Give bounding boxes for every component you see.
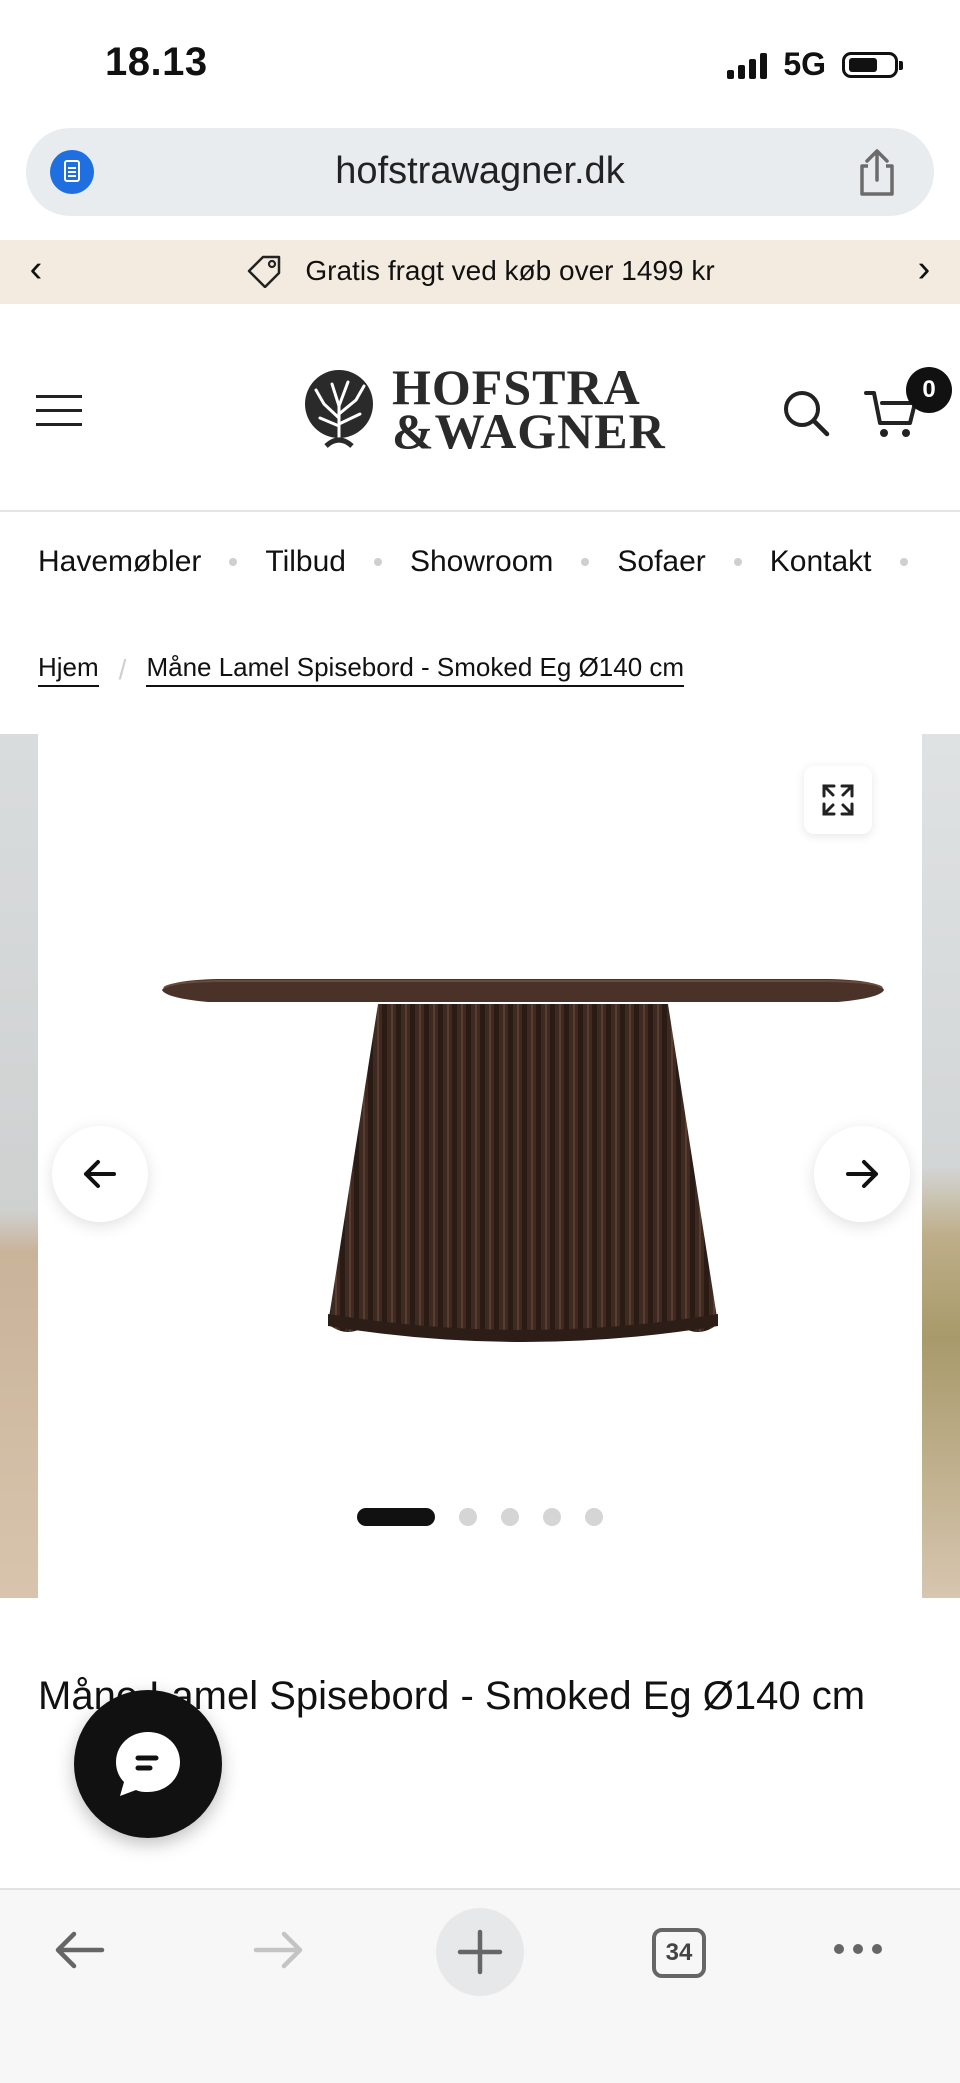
plus-icon bbox=[457, 1929, 503, 1975]
breadcrumb-current[interactable]: Måne Lamel Spisebord - Smoked Eg Ø140 cm bbox=[146, 652, 685, 687]
product-price-peek bbox=[44, 1872, 204, 1886]
tab-switcher-button[interactable]: 34 bbox=[652, 1928, 706, 1978]
gallery-dot[interactable] bbox=[357, 1508, 435, 1526]
main-nav: Havemøbler Tilbud Showroom Sofaer Kontak… bbox=[0, 512, 960, 612]
logo-text: HOFSTRA &WAGNER bbox=[392, 362, 666, 459]
nav-separator bbox=[733, 558, 742, 566]
gallery-prev-button[interactable] bbox=[52, 1126, 148, 1222]
gallery-dots bbox=[0, 1508, 960, 1526]
more-menu-icon[interactable] bbox=[834, 1944, 882, 1954]
hamburger-menu-icon[interactable] bbox=[36, 395, 82, 427]
nav-item-tilbud[interactable]: Tilbud bbox=[265, 545, 346, 579]
previous-slide-peek bbox=[0, 734, 38, 1598]
arrow-right-icon bbox=[846, 1160, 878, 1188]
gallery-dot[interactable] bbox=[501, 1508, 519, 1526]
url-text[interactable]: hofstrawagner.dk bbox=[26, 150, 934, 193]
gallery-dot[interactable] bbox=[459, 1508, 477, 1526]
new-tab-button[interactable] bbox=[436, 1908, 524, 1996]
url-bar[interactable]: hofstrawagner.dk bbox=[26, 128, 934, 216]
promo-bar: ‹ Gratis fragt ved køb over 1499 kr › bbox=[0, 240, 960, 304]
battery-icon bbox=[842, 51, 903, 78]
status-bar: 18.13 5G bbox=[0, 0, 960, 120]
status-time: 18.13 bbox=[105, 40, 208, 84]
breadcrumb-separator: / bbox=[118, 653, 127, 685]
search-icon[interactable] bbox=[780, 387, 832, 439]
chat-button[interactable] bbox=[74, 1690, 222, 1838]
promo-next-button[interactable]: › bbox=[904, 248, 944, 291]
gallery-next-button[interactable] bbox=[814, 1126, 910, 1222]
gallery-dot[interactable] bbox=[585, 1508, 603, 1526]
logo-line2: &WAGNER bbox=[392, 403, 666, 459]
nav-separator bbox=[899, 558, 908, 566]
nav-item-kontakt[interactable]: Kontakt bbox=[770, 545, 872, 579]
nav-separator bbox=[581, 558, 590, 566]
site-logo[interactable]: HOFSTRA &WAGNER bbox=[296, 362, 666, 459]
arrow-left-icon bbox=[84, 1160, 116, 1188]
promo-content: Gratis fragt ved køb over 1499 kr bbox=[0, 254, 960, 288]
nav-item-showroom[interactable]: Showroom bbox=[410, 545, 553, 579]
dining-table-image bbox=[162, 979, 884, 1342]
chat-icon bbox=[116, 1732, 180, 1796]
breadcrumb: Hjem / Måne Lamel Spisebord - Smoked Eg … bbox=[38, 652, 685, 687]
product-gallery[interactable] bbox=[0, 734, 960, 1598]
next-slide-peek bbox=[922, 734, 960, 1598]
product-image[interactable] bbox=[38, 734, 922, 1598]
signal-icon bbox=[727, 51, 768, 79]
breadcrumb-home[interactable]: Hjem bbox=[38, 652, 99, 687]
gallery-dot[interactable] bbox=[543, 1508, 561, 1526]
tag-icon bbox=[248, 255, 281, 288]
cart-count-badge[interactable]: 0 bbox=[906, 367, 952, 413]
nav-item-sofaer[interactable]: Sofaer bbox=[617, 545, 705, 579]
nav-item-havemobler[interactable]: Havemøbler bbox=[38, 545, 201, 579]
expand-icon[interactable] bbox=[804, 766, 872, 834]
back-arrow-icon[interactable] bbox=[48, 1920, 110, 1980]
browser-toolbar: 34 bbox=[0, 1888, 960, 2083]
nav-separator bbox=[373, 558, 382, 566]
status-indicators: 5G bbox=[727, 46, 903, 83]
share-icon[interactable] bbox=[854, 148, 900, 198]
nav-separator bbox=[229, 558, 238, 566]
tree-logo-icon bbox=[305, 370, 373, 448]
promo-text: Gratis fragt ved køb over 1499 kr bbox=[305, 255, 715, 286]
network-type: 5G bbox=[783, 46, 826, 82]
forward-arrow-icon[interactable] bbox=[248, 1920, 310, 1980]
site-header: HOFSTRA &WAGNER 0 bbox=[0, 305, 960, 512]
